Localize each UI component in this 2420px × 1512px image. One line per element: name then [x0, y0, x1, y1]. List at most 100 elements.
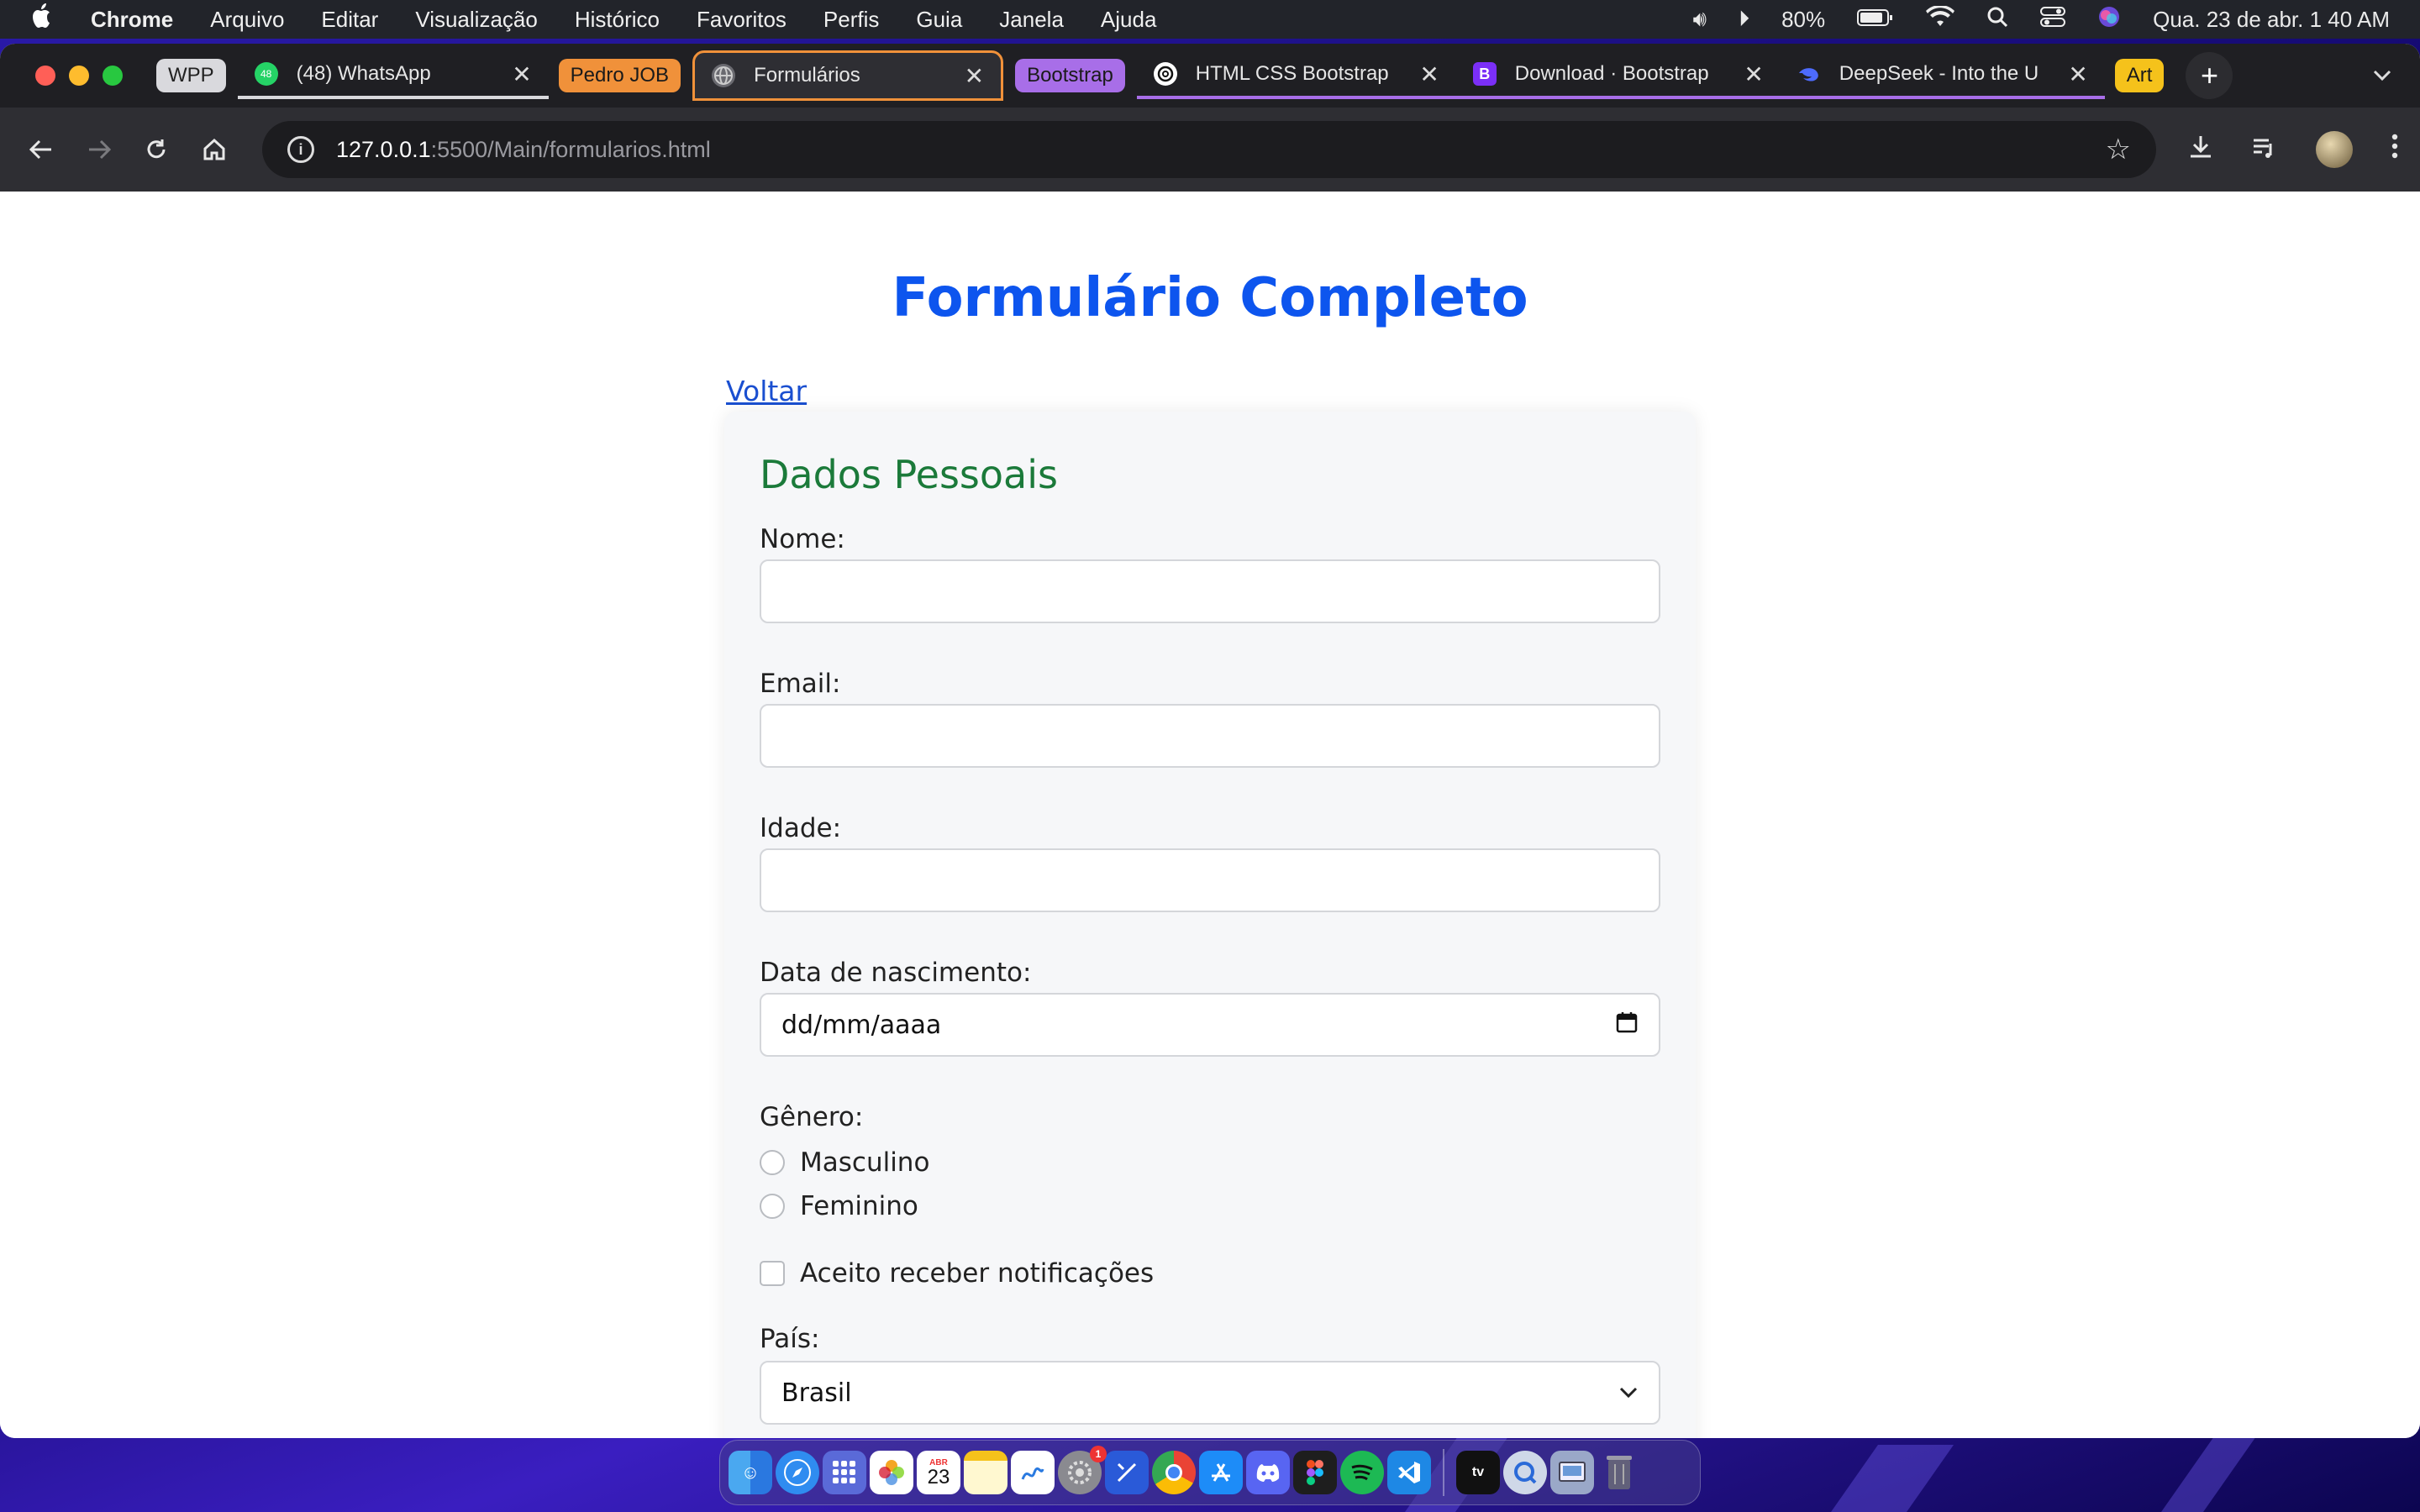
web-page: Formulário Completo Voltar Dados Pessoai…: [0, 192, 2420, 1438]
app-store-icon[interactable]: [1199, 1451, 1243, 1494]
bootstrap-icon: B: [1472, 62, 1497, 86]
menubar-clock[interactable]: Qua. 23 de abr. 1 40 AM: [2153, 7, 2390, 33]
tab-group-wpp[interactable]: WPP: [156, 59, 226, 92]
vscode-icon[interactable]: [1387, 1451, 1431, 1494]
notificacoes-row[interactable]: Aceito receber notificações: [760, 1258, 1154, 1289]
close-tab-icon[interactable]: ✕: [951, 62, 984, 90]
tab-formularios[interactable]: Formulários ✕: [692, 50, 1004, 101]
control-center-icon[interactable]: [2040, 6, 2066, 34]
tab-download-bootstrap[interactable]: B Download · Bootstrap ✕: [1455, 52, 1781, 99]
checkbox-label: Aceito receber notificações: [800, 1258, 1155, 1289]
tab-search-chevron-icon[interactable]: [2373, 64, 2391, 87]
idade-input[interactable]: [760, 848, 1660, 912]
genero-option-masculino[interactable]: Masculino: [760, 1147, 929, 1178]
battery-percent[interactable]: 80%: [1781, 7, 1825, 33]
back-link[interactable]: Voltar: [726, 375, 807, 407]
discord-icon[interactable]: [1246, 1451, 1290, 1494]
xcode-icon[interactable]: [1105, 1451, 1149, 1494]
nascimento-date-input[interactable]: dd/mm/aaaa: [760, 993, 1660, 1057]
whatsapp-icon: 48: [254, 62, 278, 86]
spotify-icon[interactable]: [1340, 1451, 1384, 1494]
menu-editar[interactable]: Editar: [321, 7, 378, 33]
bookmark-star-icon[interactable]: ☆: [2106, 133, 2131, 166]
safari-icon[interactable]: [776, 1451, 819, 1494]
calendar-icon[interactable]: [1615, 1009, 1639, 1041]
chrome-icon[interactable]: [1152, 1451, 1196, 1494]
pais-select[interactable]: Brasil: [760, 1361, 1660, 1425]
notes-icon[interactable]: [964, 1451, 1007, 1494]
menu-perfis[interactable]: Perfis: [823, 7, 879, 33]
menu-janela[interactable]: Janela: [999, 7, 1064, 33]
home-icon[interactable]: [195, 129, 234, 171]
menu-app-name[interactable]: Chrome: [91, 7, 173, 33]
zoom-window-button[interactable]: [103, 66, 123, 86]
notificacoes-checkbox[interactable]: [760, 1261, 785, 1286]
system-settings-icon[interactable]: 1: [1058, 1446, 1107, 1494]
notification-badge: 1: [1090, 1446, 1107, 1462]
tab-title: (48) WhatsApp: [296, 62, 431, 85]
new-tab-button[interactable]: +: [2186, 52, 2233, 99]
tab-deepseek[interactable]: DeepSeek - Into the U ✕: [1780, 52, 2105, 99]
close-tab-icon[interactable]: ✕: [1730, 60, 1763, 88]
trash-icon[interactable]: [1597, 1451, 1641, 1494]
tab-group-art[interactable]: Art: [2114, 59, 2165, 92]
menu-visualizacao[interactable]: Visualização: [415, 7, 538, 33]
tab-title: Download · Bootstrap: [1514, 62, 1709, 85]
finder-icon[interactable]: ☺: [729, 1451, 772, 1494]
tab-title: Formulários: [754, 64, 860, 87]
tab-group-pedro-job[interactable]: Pedro JOB: [558, 59, 681, 92]
menu-guia[interactable]: Guia: [916, 7, 962, 33]
spotlight-search-icon[interactable]: [1986, 6, 2008, 34]
chevron-down-icon: [1618, 1380, 1639, 1405]
profile-avatar[interactable]: [2316, 131, 2353, 168]
close-tab-icon[interactable]: ✕: [2054, 60, 2087, 88]
photos-icon[interactable]: [870, 1451, 913, 1494]
macos-menubar: Chrome Arquivo Editar Visualização Histó…: [0, 0, 2420, 39]
tab-strip: WPP 48 (48) WhatsApp ✕ Pedro JOB Formulá…: [0, 44, 2420, 108]
radio-label: Masculino: [800, 1147, 930, 1178]
genero-option-feminino[interactable]: Feminino: [760, 1191, 918, 1221]
media-control-icon[interactable]: [2252, 134, 2277, 165]
radio-masculino[interactable]: [760, 1150, 785, 1175]
preview-icon[interactable]: [1550, 1451, 1594, 1494]
menu-arquivo[interactable]: Arquivo: [210, 7, 284, 33]
figma-icon[interactable]: [1293, 1451, 1337, 1494]
close-tab-icon[interactable]: ✕: [498, 60, 531, 88]
date-placeholder: dd/mm/aaaa: [781, 1010, 942, 1040]
back-arrow-icon[interactable]: [22, 129, 61, 171]
download-icon[interactable]: [2188, 134, 2213, 165]
more-options-icon[interactable]: [2391, 134, 2398, 165]
apple-menu-icon[interactable]: [30, 3, 55, 36]
minimize-window-button[interactable]: [69, 66, 89, 86]
reload-icon[interactable]: [137, 129, 176, 171]
menu-ajuda[interactable]: Ajuda: [1101, 7, 1157, 33]
tab-html-css-bootstrap[interactable]: HTML CSS Bootstrap ✕: [1136, 52, 1456, 99]
globe-icon: [712, 64, 736, 87]
dock-separator: [1443, 1449, 1444, 1496]
calendar-app-icon[interactable]: ABR 23: [917, 1451, 960, 1494]
tab-title: HTML CSS Bootstrap: [1195, 62, 1389, 85]
site-info-icon[interactable]: i: [287, 136, 314, 163]
launchpad-icon[interactable]: [823, 1451, 866, 1494]
forward-arrow-icon[interactable]: [80, 129, 119, 171]
volume-icon[interactable]: 🔊︎: [1693, 6, 1707, 33]
quicktime-icon[interactable]: [1503, 1451, 1547, 1494]
menu-favoritos[interactable]: Favoritos: [697, 7, 786, 33]
nome-label: Nome:: [760, 524, 845, 554]
pais-label: País:: [760, 1324, 820, 1354]
play-icon[interactable]: ⏵︎: [1739, 6, 1749, 33]
close-tab-icon[interactable]: ✕: [1406, 60, 1439, 88]
tab-whatsapp[interactable]: 48 (48) WhatsApp ✕: [237, 52, 549, 99]
tab-group-bootstrap[interactable]: Bootstrap: [1015, 59, 1125, 92]
radio-feminino[interactable]: [760, 1194, 785, 1219]
wifi-icon[interactable]: [1926, 4, 1955, 34]
address-bar[interactable]: i 127.0.0.1 :5500/Main/formularios.html …: [262, 121, 2156, 178]
email-input[interactable]: [760, 704, 1660, 768]
siri-icon[interactable]: [2097, 5, 2121, 34]
close-window-button[interactable]: [35, 66, 55, 86]
battery-icon[interactable]: [1857, 7, 1894, 33]
freeform-icon[interactable]: [1011, 1451, 1055, 1494]
apple-tv-icon[interactable]: tv: [1456, 1451, 1500, 1494]
nome-input[interactable]: [760, 559, 1660, 623]
menu-historico[interactable]: Histórico: [575, 7, 660, 33]
